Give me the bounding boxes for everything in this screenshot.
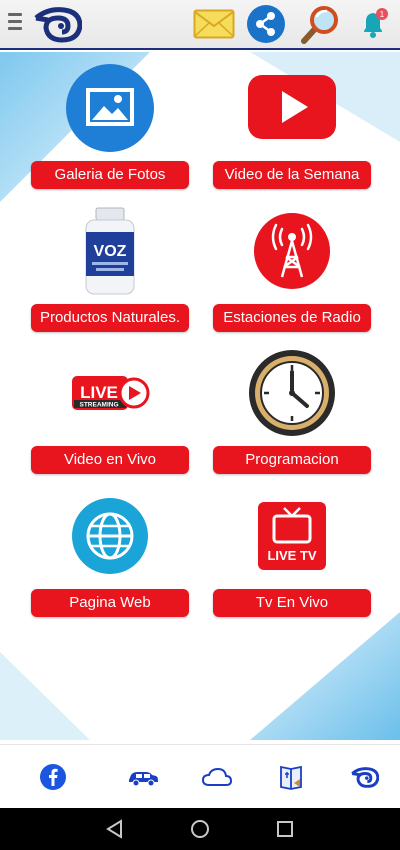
share-icon[interactable] [246, 4, 286, 44]
tile-label: Pagina Web [31, 589, 189, 617]
youtube-play-icon [213, 62, 371, 154]
radio-tower-icon [213, 205, 371, 297]
tile-video-en-vivo[interactable]: LIVE STREAMING Video en Vivo [31, 347, 189, 475]
bottom-navigation [0, 744, 400, 808]
globe-icon [31, 490, 189, 582]
menu-grid: Galeria de Fotos Video de la Semana VOZ … [0, 52, 400, 740]
app-header: 1 [0, 0, 400, 50]
tile-label: Tv En Vivo [213, 589, 371, 617]
tile-label: Estaciones de Radio [213, 304, 371, 332]
product-bottle-icon: VOZ [31, 205, 189, 297]
facebook-icon[interactable] [38, 761, 68, 793]
search-icon[interactable] [300, 4, 340, 44]
tile-video-de-la-semana[interactable]: Video de la Semana [213, 62, 371, 190]
notification-count: 1 [380, 10, 385, 19]
tile-label: Galeria de Fotos [31, 161, 189, 189]
cloud-icon[interactable] [200, 761, 234, 793]
logo-icon[interactable] [34, 4, 83, 44]
system-navigation-bar [0, 808, 400, 850]
clock-icon [213, 347, 371, 439]
tile-productos-naturales[interactable]: VOZ Productos Naturales. [31, 205, 189, 333]
tile-programacion[interactable]: Programacion [213, 347, 371, 475]
back-icon[interactable] [105, 819, 125, 839]
streaming-text: STREAMING [80, 402, 119, 409]
photo-gallery-icon [31, 62, 189, 154]
tile-label: Video en Vivo [31, 446, 189, 474]
mail-icon[interactable] [192, 4, 236, 44]
bible-icon[interactable] [276, 761, 306, 793]
recents-icon[interactable] [275, 819, 295, 839]
bell-icon[interactable]: 1 [358, 4, 390, 44]
tile-pagina-web[interactable]: Pagina Web [31, 490, 189, 618]
logo-icon[interactable] [350, 761, 380, 793]
tile-tv-en-vivo[interactable]: LIVE TV Tv En Vivo [213, 490, 371, 618]
live-streaming-icon: LIVE STREAMING [31, 347, 189, 439]
tile-galeria-de-fotos[interactable]: Galeria de Fotos [31, 62, 189, 190]
tile-label: Productos Naturales. [31, 304, 189, 332]
live-tv-icon: LIVE TV [213, 490, 371, 582]
tile-estaciones-de-radio[interactable]: Estaciones de Radio [213, 205, 371, 333]
live-tv-text: LIVE TV [267, 548, 316, 563]
car-icon[interactable] [126, 761, 160, 793]
product-text: VOZ [94, 243, 127, 260]
home-icon[interactable] [190, 819, 210, 839]
live-badge-text: LIVE [80, 383, 118, 402]
menu-icon[interactable] [8, 13, 22, 33]
tile-label: Programacion [213, 446, 371, 474]
tile-label: Video de la Semana [213, 161, 371, 189]
